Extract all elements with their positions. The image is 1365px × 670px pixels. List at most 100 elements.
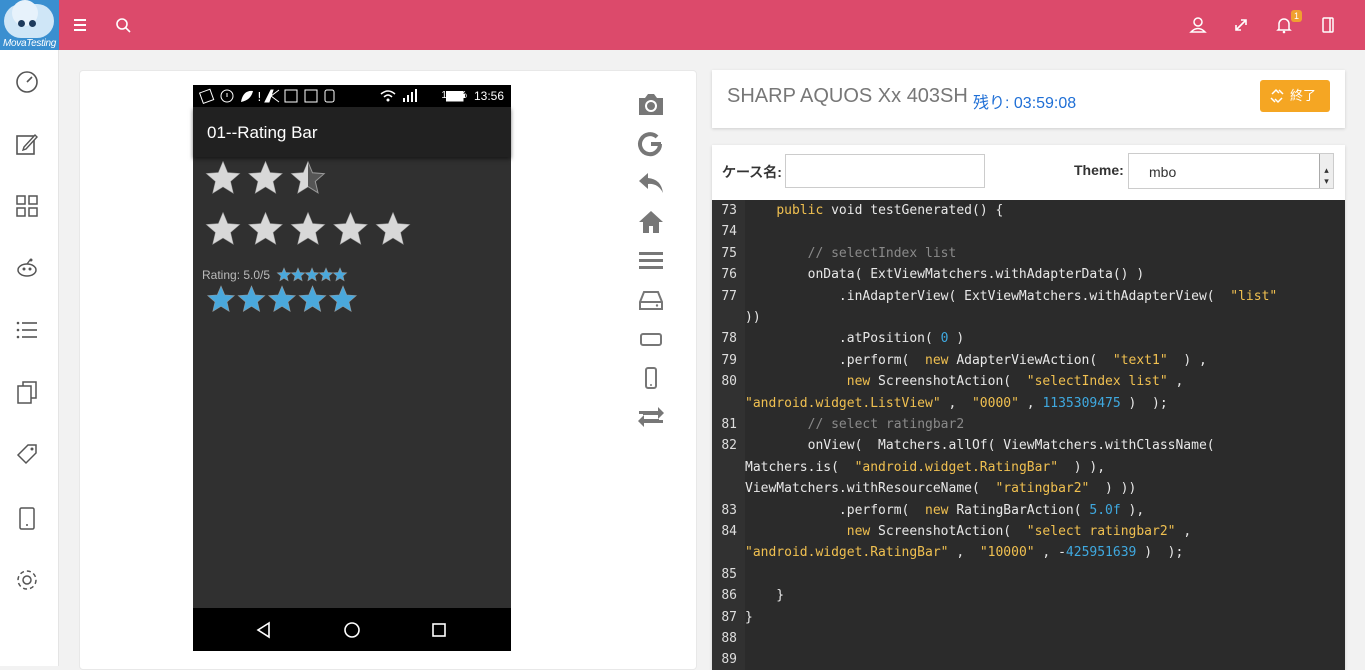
- tablet-icon[interactable]: [14, 505, 40, 531]
- rating-star-fill: [249, 162, 282, 193]
- rating-bars[interactable]: [193, 157, 511, 317]
- grid-icon[interactable]: [14, 193, 40, 219]
- status-time: 13:56: [473, 89, 504, 103]
- home-nav-icon[interactable]: [343, 621, 361, 639]
- camera-icon[interactable]: [636, 90, 666, 118]
- line-number: 76: [721, 267, 737, 283]
- code-line: new ScreenshotAction( "selectIndex list"…: [846, 374, 1184, 390]
- line-number: 74: [721, 224, 737, 240]
- code-card: ケース名: Theme: mbo ▴ ▾ 73 public void testG…: [712, 145, 1345, 670]
- code-line: }: [745, 588, 785, 604]
- code-line: new ScreenshotAction( "select ratingbar2…: [846, 524, 1192, 539]
- menu-icon[interactable]: [68, 13, 92, 37]
- top-bar: MovaTesting 1: [0, 0, 1365, 50]
- notification-icons: !: [199, 88, 335, 104]
- landscape-rotate-icon[interactable]: [636, 325, 666, 353]
- line-number: 85: [721, 566, 737, 582]
- small-rating-star-fill: [277, 268, 291, 281]
- code-line: // select ratingbar2: [807, 417, 965, 432]
- code-line: Matchers.is( "android.widget.RatingBar" …: [745, 459, 1106, 475]
- code-line: onData( ExtViewMatchers.withAdapterData(…: [745, 267, 1145, 283]
- small-rating-star-fill: [291, 268, 305, 281]
- search-icon[interactable]: [111, 13, 135, 37]
- line-number: 78: [721, 331, 737, 347]
- end-session-button[interactable]: 終了: [1260, 80, 1330, 112]
- case-name-label: ケース名:: [722, 164, 782, 180]
- panel-icon[interactable]: [1316, 13, 1340, 37]
- sidebar: [0, 50, 59, 666]
- rating-star-fill: [249, 213, 282, 244]
- theme-value: mbo: [1149, 164, 1177, 180]
- theme-select[interactable]: mbo ▴ ▾: [1128, 153, 1334, 189]
- line-number: 75: [721, 245, 737, 261]
- fullscreen-icon[interactable]: [1229, 13, 1253, 37]
- menu-lines-icon[interactable]: [636, 247, 666, 275]
- google-icon[interactable]: [636, 130, 666, 158]
- rating-star-fill: [206, 162, 240, 193]
- code-line: .perform( new RatingBarAction( 5.0f ),: [745, 502, 1145, 518]
- code-line: )): [745, 310, 761, 325]
- notification-badge: 1: [1291, 10, 1303, 22]
- theme-label: Theme:: [1074, 162, 1124, 178]
- blue-rating-star-fill: [208, 286, 234, 311]
- code-editor[interactable]: 73 public void testGenerated() {74 75 // …: [712, 200, 1345, 670]
- svg-text:!: !: [257, 90, 262, 104]
- code-line: }: [745, 609, 753, 625]
- edit-icon[interactable]: [14, 131, 40, 157]
- small-rating-star-fill: [333, 268, 347, 281]
- line-number: 88: [721, 631, 737, 646]
- device-screen[interactable]: ! 100% 13:56 01--Rating Bar Rating: 5.0/…: [193, 85, 511, 651]
- code-line: ViewMatchers.withResourceName( "ratingba…: [745, 481, 1137, 497]
- code-line: "android.widget.RatingBar" , "10000" , -…: [745, 545, 1184, 561]
- dashboard-gauge-icon[interactable]: [14, 69, 40, 95]
- rating-star-fill: [206, 213, 240, 244]
- rotate-arrows-icon[interactable]: [636, 403, 666, 431]
- code-line: .perform( new AdapterViewAction( "text1"…: [745, 352, 1207, 368]
- code-line: .atPosition( 0 ): [745, 331, 965, 347]
- blue-rating-star-fill: [269, 286, 295, 311]
- line-number: 84: [721, 524, 737, 539]
- code-line: public void testGenerated() {: [776, 203, 1004, 218]
- rating-label: Rating: 5.0/5: [202, 268, 271, 282]
- portrait-phone-icon[interactable]: [636, 364, 666, 392]
- remaining-time: 残り: 03:59:08: [973, 95, 1077, 112]
- home-icon[interactable]: [636, 208, 666, 236]
- line-number: 80: [721, 374, 737, 390]
- settings-gear-icon[interactable]: [14, 567, 40, 593]
- unlink-icon: [1270, 88, 1284, 104]
- user-icon[interactable]: [1186, 13, 1210, 37]
- blue-rating-star-fill: [330, 286, 356, 311]
- wifi-signal-icon: [380, 89, 417, 102]
- rating-star-fill: [291, 213, 325, 244]
- line-number: 86: [721, 588, 737, 604]
- rating-star-fill: [334, 213, 367, 244]
- app-bar: 01--Rating Bar: [193, 107, 511, 157]
- code-line: .inAdapterView( ExtViewMatchers.withAdap…: [745, 288, 1278, 304]
- recents-nav-icon[interactable]: [431, 622, 447, 638]
- tag-icon[interactable]: [14, 441, 40, 467]
- small-rating-star-fill: [305, 268, 319, 281]
- app-title: 01--Rating Bar: [207, 123, 318, 142]
- line-number: 81: [721, 417, 737, 432]
- code-line: // selectIndex list: [807, 245, 957, 261]
- line-number: 77: [721, 288, 737, 304]
- line-number: 89: [721, 652, 737, 668]
- list-icon[interactable]: [14, 317, 40, 343]
- android-nav-bar: [193, 608, 511, 651]
- code-line: onView( Matchers.allOf( ViewMatchers.wit…: [745, 438, 1215, 454]
- blue-rating-star-fill: [299, 286, 326, 311]
- app-logo[interactable]: MovaTesting: [0, 0, 59, 50]
- robot-icon[interactable]: [14, 255, 40, 281]
- end-button-label: 終了: [1290, 88, 1317, 103]
- back-nav-icon[interactable]: [255, 621, 273, 639]
- case-name-input[interactable]: [785, 154, 985, 188]
- dropdown-arrow-icon: ▴ ▾: [1319, 154, 1333, 188]
- line-number: 82: [721, 438, 737, 454]
- back-reply-icon[interactable]: [636, 169, 666, 197]
- documents-icon[interactable]: [14, 379, 40, 405]
- storage-drive-icon[interactable]: [636, 286, 666, 314]
- small-rating-star-fill: [319, 268, 333, 281]
- device-title-card: SHARP AQUOS Xx 403SH 残り: 03:59:08 終了: [712, 70, 1345, 128]
- android-status-bar: ! 100% 13:56: [193, 85, 511, 107]
- blue-rating-star-fill: [238, 286, 265, 311]
